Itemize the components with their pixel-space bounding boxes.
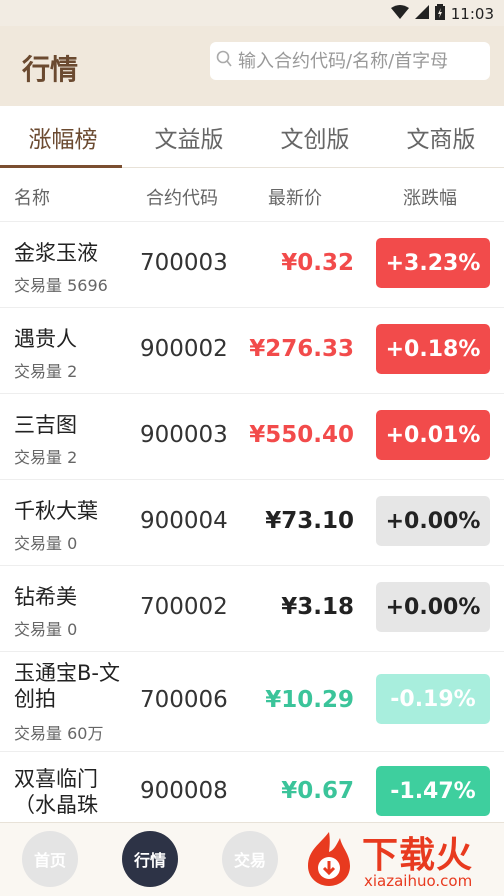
item-code: 900008 (140, 778, 228, 804)
nav-market-label: 行情 (133, 851, 166, 870)
nav-trade[interactable]: 交易 (222, 831, 278, 887)
header: 行情 (0, 26, 504, 106)
item-price: ¥3.18 (281, 594, 354, 620)
status-time: 11:03 (450, 5, 494, 23)
item-name: 遇贵人 (14, 327, 77, 351)
table-row[interactable]: 钻希美 交易量 0 700002 ¥3.18 +0.00% (0, 566, 504, 652)
flame-logo-icon (300, 830, 358, 888)
change-badge: +0.01% (376, 410, 490, 460)
watermark-url: xiazaihuo.com (364, 872, 473, 890)
change-badge: -1.47% (376, 766, 490, 816)
change-badge: +0.00% (376, 496, 490, 546)
column-name: 名称 (14, 188, 50, 209)
change-badge: -0.19% (376, 674, 490, 724)
change-badge: +0.18% (376, 324, 490, 374)
table-row[interactable]: 千秋大葉 交易量 0 900004 ¥73.10 +0.00% (0, 480, 504, 566)
item-code: 900002 (140, 336, 228, 362)
item-volume: 交易量 2 (14, 448, 78, 467)
table-row[interactable]: 遇贵人 交易量 2 900002 ¥276.33 +0.18% (0, 308, 504, 394)
nav-market[interactable]: 行情 (122, 831, 178, 887)
table-row[interactable]: 三吉图 交易量 2 900003 ¥550.40 +0.01% (0, 394, 504, 480)
market-tabs: 涨幅榜 文益版 文创版 文商版 (0, 106, 504, 169)
item-name: 玉通宝B-文创拍 (14, 661, 120, 711)
item-code: 700003 (140, 250, 228, 276)
item-name: 钻希美 (14, 585, 77, 609)
nav-home[interactable]: 首页 (22, 831, 78, 887)
item-name: 双喜临门（水晶珠 (14, 767, 98, 817)
watermark-brand: 下载火 (362, 835, 474, 876)
watermark: 下载火 xiazaihuo.com (300, 826, 504, 894)
item-volume: 交易量 0 (14, 534, 78, 553)
item-price: ¥0.32 (281, 250, 354, 276)
table-row[interactable]: 玉通宝B-文创拍 交易量 60万 700006 ¥10.29 -0.19% (0, 652, 504, 752)
item-volume: 交易量 60万 (14, 724, 104, 743)
tab-gainers[interactable]: 涨幅榜 (0, 106, 126, 169)
quote-list: 金浆玉液 交易量 5696 700003 ¥0.32 +3.23% 遇贵人 交易… (0, 222, 504, 852)
change-badge: +0.00% (376, 582, 490, 632)
item-price: ¥73.10 (265, 508, 354, 534)
item-name: 千秋大葉 (14, 499, 98, 523)
item-volume: 交易量 0 (14, 620, 78, 639)
tab-wenchuang[interactable]: 文创版 (252, 106, 378, 168)
item-volume: 交易量 2 (14, 362, 78, 381)
item-name: 金浆玉液 (14, 241, 98, 265)
nav-home-label: 首页 (33, 851, 66, 870)
battery-icon (434, 4, 445, 24)
search-box[interactable] (210, 42, 490, 80)
table-row[interactable]: 金浆玉液 交易量 5696 700003 ¥0.32 +3.23% (0, 222, 504, 308)
search-icon (216, 50, 232, 72)
search-input[interactable] (238, 50, 488, 72)
item-volume: 交易量 5696 (14, 276, 108, 295)
item-price: ¥10.29 (265, 687, 354, 713)
signal-icon (414, 5, 429, 23)
column-price: 最新价 (268, 188, 322, 209)
item-name: 三吉图 (14, 413, 77, 437)
item-code: 700002 (140, 594, 228, 620)
item-code: 900003 (140, 422, 228, 448)
tab-wenshang[interactable]: 文商版 (378, 106, 504, 168)
status-icons: 11:03 (390, 4, 494, 24)
wifi-icon (390, 5, 409, 23)
item-price: ¥0.67 (281, 778, 354, 804)
item-code: 700006 (140, 687, 228, 713)
status-bar: 11:03 (0, 0, 504, 26)
item-price: ¥550.40 (249, 422, 354, 448)
change-badge: +3.23% (376, 238, 490, 288)
column-change: 涨跌幅 (403, 188, 457, 209)
tab-wenyi[interactable]: 文益版 (126, 106, 252, 168)
item-code: 900004 (140, 508, 228, 534)
item-price: ¥276.33 (249, 336, 354, 362)
nav-trade-label: 交易 (233, 851, 266, 870)
table-header: 名称 合约代码 最新价 涨跌幅 (0, 168, 504, 222)
page-title: 行情 (22, 53, 79, 86)
column-code: 合约代码 (146, 188, 218, 209)
